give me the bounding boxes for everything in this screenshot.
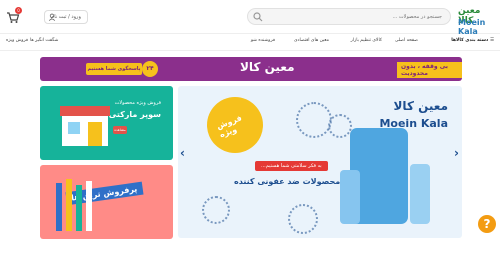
hero-logo-en: Moein Kala xyxy=(379,117,448,130)
nav-item-market[interactable]: کالای تنظیم بازار xyxy=(351,38,382,43)
bestsellers-card[interactable]: پرفروش ترین ها xyxy=(40,165,173,239)
cart-count-badge: 0 xyxy=(15,7,22,14)
product-bottle xyxy=(410,164,430,224)
promo-strip-banner[interactable]: معین کالا بی وقفه ، بدون محدودیت پاسخگوی… xyxy=(40,57,462,81)
help-button[interactable]: ? xyxy=(478,215,496,233)
promo-strip-badge: پاسخگوی شما هستیم xyxy=(86,63,142,75)
nav-categories[interactable]: ☰ دسته بندی کالاها xyxy=(451,38,494,43)
supermarket-card-heading: سوپر مارکتی xyxy=(108,110,161,119)
hero-logo-fa: معین کالا xyxy=(393,99,449,113)
search-icon[interactable] xyxy=(252,11,264,23)
slider-dots[interactable] xyxy=(307,228,331,232)
logo-en-text: Moein Kala xyxy=(458,18,486,36)
nav-item-seller[interactable]: فروشنده شو xyxy=(251,38,275,43)
menu-icon: ☰ xyxy=(489,38,494,43)
slider-next-icon[interactable]: › xyxy=(454,146,464,160)
product-bottle xyxy=(340,170,360,224)
promo-strip-number: ۲۴ xyxy=(142,61,158,77)
pencils-illustration xyxy=(56,179,92,231)
hero-tagline: به فکر سلامتی شما هستیم... xyxy=(255,161,328,171)
virus-decoration xyxy=(296,102,332,138)
supermarket-card[interactable]: فروش ویژه محصولات سوپر مارکتی مشاهده xyxy=(40,86,173,160)
hero-slider[interactable]: فروش ویژه معین کالا Moein Kala به فکر سل… xyxy=(178,86,462,238)
nav-item-economic[interactable]: معین های اقتصادی xyxy=(294,38,329,43)
user-icon xyxy=(48,13,56,21)
virus-decoration xyxy=(202,196,230,224)
supermarket-card-title: فروش ویژه محصولات xyxy=(114,100,161,106)
header-bar: معین کالا Moein Kala ورود / ثبت نام 0 xyxy=(0,0,500,36)
cart-button[interactable]: 0 xyxy=(6,7,22,23)
virus-decoration xyxy=(328,114,352,138)
login-button[interactable]: ورود / ثبت نام xyxy=(44,10,88,24)
special-sale-badge-text: فروش ویژه xyxy=(215,113,244,140)
promo-strip-right-text: بی وقفه ، بدون محدودیت xyxy=(397,62,462,78)
hero-title: محصولات ضد عفونی کننده xyxy=(234,177,341,186)
site-logo[interactable]: معین کالا Moein Kala xyxy=(458,6,496,36)
special-sale-badge: فروش ویژه xyxy=(207,97,263,153)
store-illustration xyxy=(60,106,110,146)
nav-item-amazing[interactable]: شگفت انگیز ها xyxy=(30,38,58,43)
supermarket-card-button[interactable]: مشاهده xyxy=(113,126,127,134)
promo-strip-logo: معین کالا xyxy=(240,60,295,74)
slider-prev-icon[interactable]: ‹ xyxy=(180,146,190,160)
main-nav: ☰ دسته بندی کالاها صفحه اصلی کالای تنظیم… xyxy=(0,35,500,51)
search-box[interactable] xyxy=(247,8,451,25)
nav-item-home[interactable]: صفحه اصلی xyxy=(395,38,418,43)
search-input[interactable] xyxy=(282,10,442,23)
nav-item-special-sale[interactable]: فروش ویژه xyxy=(6,38,28,43)
